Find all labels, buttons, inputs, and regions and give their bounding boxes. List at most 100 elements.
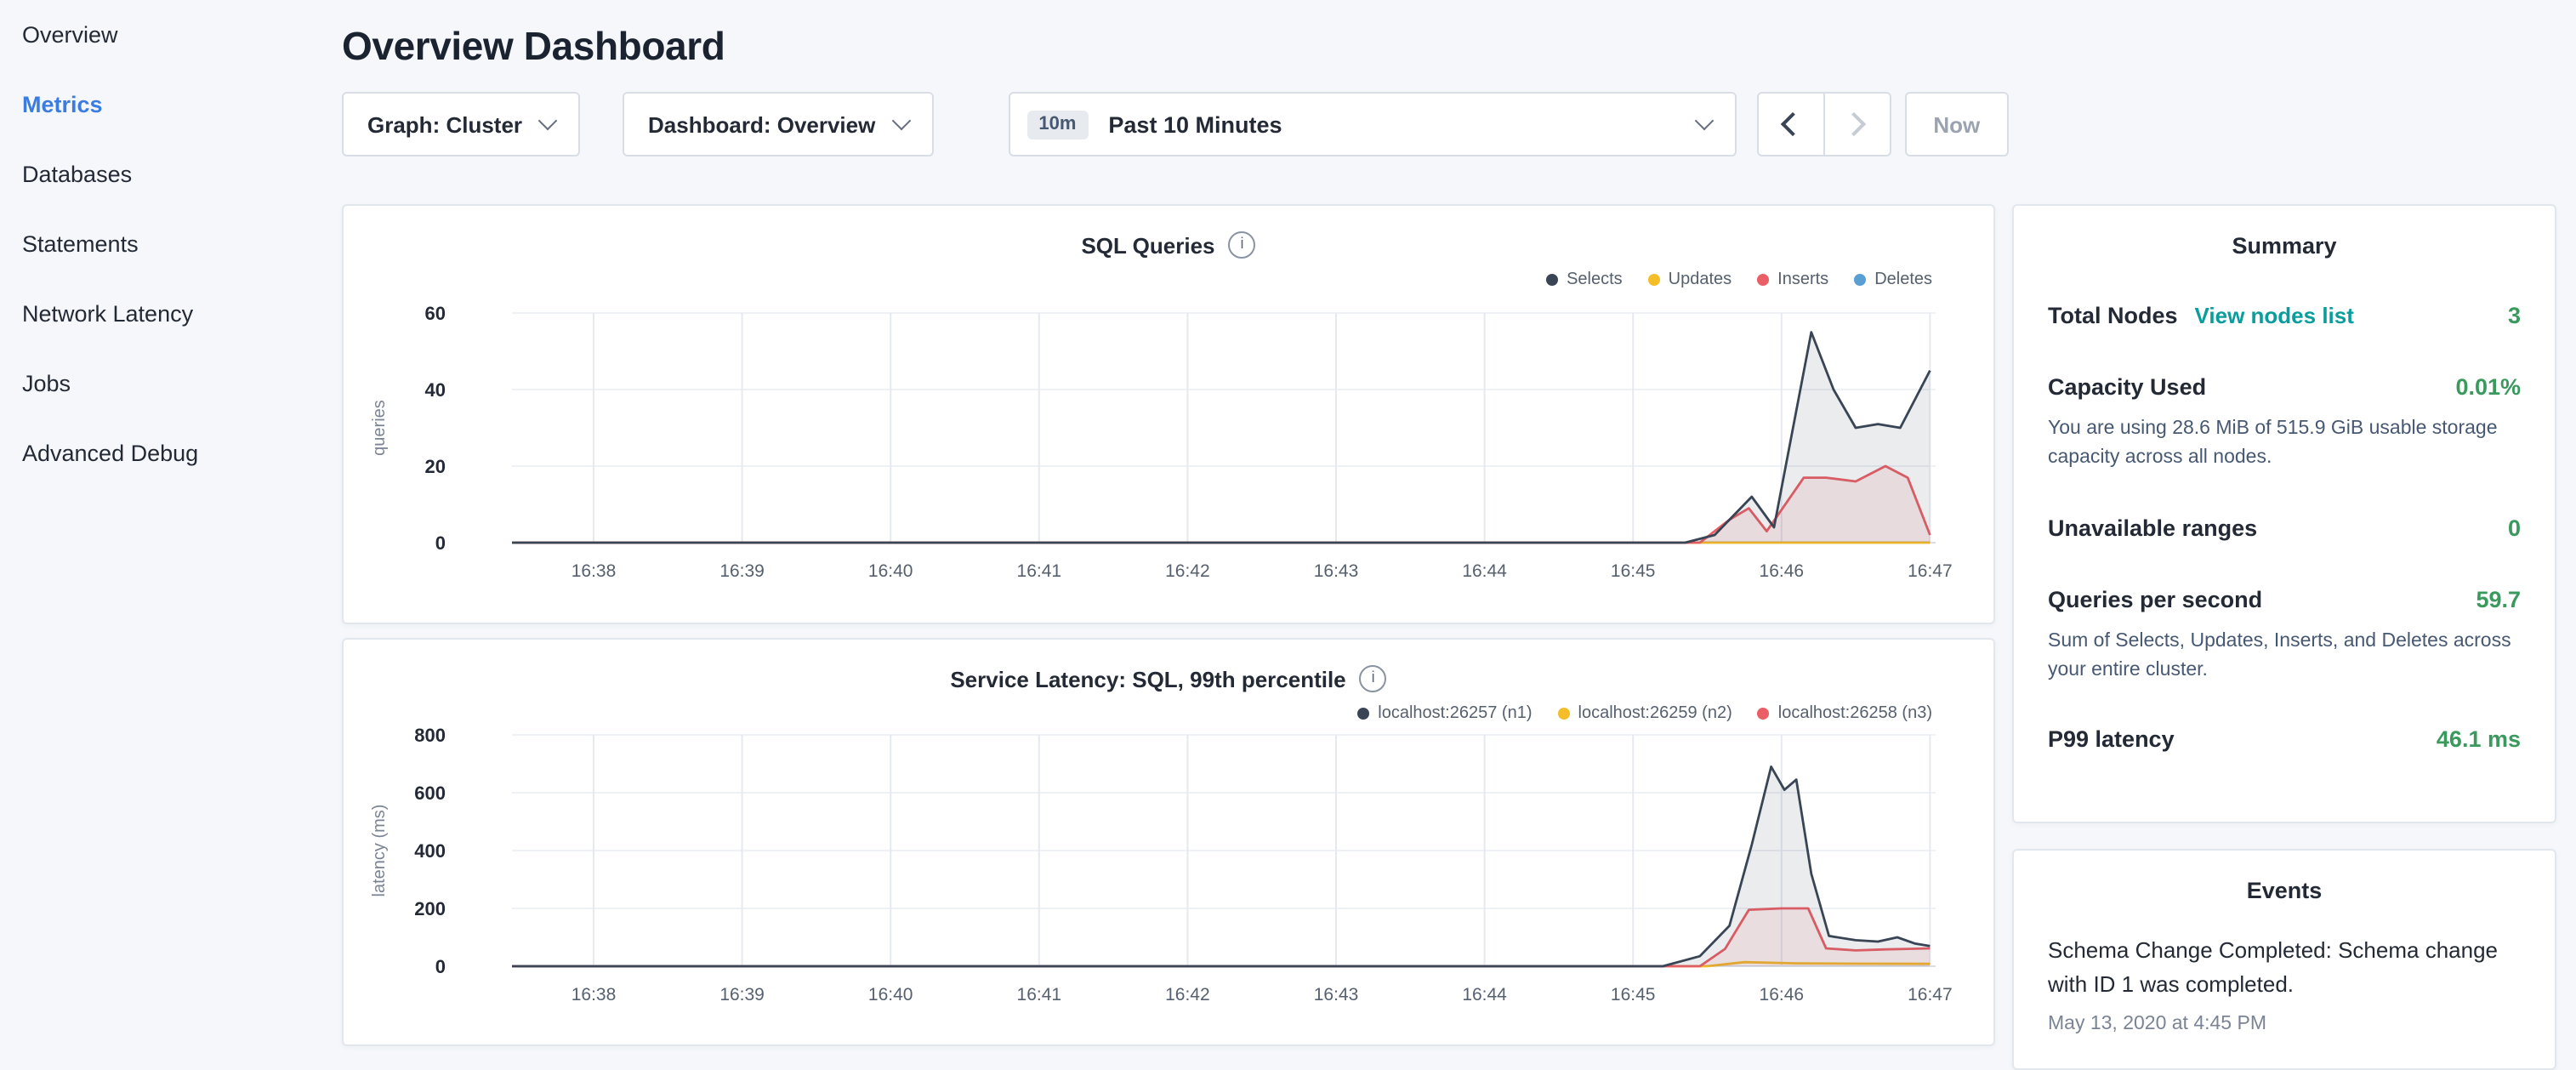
- summary-stat-queries-per-second: Queries per second 59.7 Sum of Selects, …: [2048, 583, 2521, 686]
- time-window-badge: 10m: [1026, 110, 1088, 139]
- svg-text:16:46: 16:46: [1760, 985, 1805, 1005]
- event-item-timestamp: May 13, 2020 at 4:45 PM: [2048, 1014, 2521, 1034]
- time-window-label: Past 10 Minutes: [1108, 111, 1282, 137]
- chevron-left-icon: [1781, 112, 1805, 136]
- svg-text:16:41: 16:41: [1017, 561, 1062, 581]
- legend-label: localhost:26258 (n3): [1778, 703, 1932, 722]
- legend-dot-icon: [1648, 273, 1660, 285]
- svg-text:16:45: 16:45: [1611, 985, 1656, 1005]
- stat-label: Queries per second: [2048, 583, 2262, 617]
- chart-title: SQL Queries: [1081, 232, 1214, 258]
- right-column: Summary Total Nodes View nodes list 3 Ca…: [2012, 204, 2556, 1070]
- svg-text:latency (ms): latency (ms): [370, 805, 389, 897]
- legend-item: Updates: [1648, 270, 1732, 288]
- legend-label: Inserts: [1777, 270, 1828, 288]
- info-icon[interactable]: i: [1229, 231, 1256, 259]
- graph-scope-dropdown[interactable]: Graph: Cluster: [342, 92, 580, 157]
- svg-text:16:39: 16:39: [719, 985, 765, 1005]
- svg-text:16:40: 16:40: [868, 561, 913, 581]
- svg-text:200: 200: [414, 898, 446, 919]
- summary-panel: Summary Total Nodes View nodes list 3 Ca…: [2012, 204, 2556, 823]
- now-button[interactable]: Now: [1904, 92, 2009, 157]
- legend-label: Updates: [1669, 270, 1732, 288]
- time-window-next-button[interactable]: [1823, 92, 1891, 157]
- sidebar-item-statements[interactable]: Statements: [0, 209, 328, 279]
- chart-card-sql-queries: SQL Queries i Selects Updates Inserts Delet…: [342, 204, 1995, 624]
- legend-dot-icon: [1357, 707, 1369, 719]
- sql-queries-chart: 020406016:3816:3916:4016:4116:4216:4316:…: [344, 294, 1995, 594]
- legend-item: localhost:26258 (n3): [1758, 703, 1932, 722]
- svg-text:queries: queries: [370, 400, 389, 456]
- svg-text:16:43: 16:43: [1314, 561, 1359, 581]
- legend-dot-icon: [1546, 273, 1558, 285]
- chart-title-row: SQL Queries i: [344, 226, 1993, 264]
- stat-value: 46.1 ms: [2437, 723, 2521, 757]
- info-icon[interactable]: i: [1360, 665, 1387, 692]
- chevron-down-icon: [1694, 111, 1714, 131]
- svg-text:16:42: 16:42: [1165, 561, 1210, 581]
- svg-text:40: 40: [425, 379, 446, 401]
- sidebar-item-metrics[interactable]: Metrics: [0, 70, 328, 139]
- stat-value: 3: [2508, 299, 2521, 333]
- view-nodes-list-link[interactable]: View nodes list: [2195, 299, 2354, 333]
- dashboard-dropdown[interactable]: Dashboard: Overview: [623, 92, 933, 157]
- sidebar-item-advanced-debug[interactable]: Advanced Debug: [0, 418, 328, 488]
- svg-text:16:39: 16:39: [719, 561, 765, 581]
- stat-description: You are using 28.6 MiB of 515.9 GiB usab…: [2048, 415, 2521, 474]
- stat-label: P99 latency: [2048, 723, 2175, 757]
- legend-dot-icon: [1558, 707, 1570, 719]
- stat-label: Capacity Used: [2048, 371, 2206, 405]
- page-title: Overview Dashboard: [342, 24, 2557, 70]
- sidebar-item-network-latency[interactable]: Network Latency: [0, 279, 328, 349]
- svg-text:0: 0: [435, 532, 446, 554]
- chart-title-row: Service Latency: SQL, 99th percentile i: [344, 660, 1993, 697]
- summary-stat-unavailable-ranges: Unavailable ranges 0: [2048, 511, 2521, 545]
- chart-legend: localhost:26257 (n1) localhost:26259 (n2)…: [344, 697, 1993, 728]
- svg-text:16:38: 16:38: [571, 985, 617, 1005]
- stat-description: Sum of Selects, Updates, Inserts, and De…: [2048, 627, 2521, 686]
- legend-label: localhost:26259 (n2): [1578, 703, 1732, 722]
- sidebar-item-databases[interactable]: Databases: [0, 139, 328, 209]
- legend-item: localhost:26257 (n1): [1357, 703, 1532, 722]
- time-window-pager: [1756, 92, 1891, 157]
- sidebar-item-jobs[interactable]: Jobs: [0, 349, 328, 418]
- time-window-picker[interactable]: 10m Past 10 Minutes: [1008, 92, 1736, 157]
- chevron-down-icon: [891, 111, 911, 131]
- event-item-text[interactable]: Schema Change Completed: Schema change w…: [2048, 934, 2521, 1000]
- svg-text:60: 60: [425, 303, 446, 324]
- legend-label: localhost:26257 (n1): [1378, 703, 1532, 722]
- legend-item: Deletes: [1854, 270, 1932, 288]
- time-window-prev-button[interactable]: [1756, 92, 1824, 157]
- stat-value: 0.01%: [2455, 371, 2521, 405]
- legend-dot-icon: [1757, 273, 1769, 285]
- svg-text:16:46: 16:46: [1760, 561, 1805, 581]
- summary-stat-capacity-used: Capacity Used 0.01% You are using 28.6 M…: [2048, 371, 2521, 474]
- stat-label: Unavailable ranges: [2048, 511, 2257, 545]
- sidebar-item-overview[interactable]: Overview: [0, 0, 328, 70]
- svg-text:400: 400: [414, 840, 446, 862]
- legend-item: Inserts: [1757, 270, 1828, 288]
- controls-row: Graph: Cluster Dashboard: Overview 10m P…: [342, 92, 2557, 157]
- events-title: Events: [2048, 878, 2521, 903]
- svg-text:16:41: 16:41: [1017, 985, 1062, 1005]
- chevron-right-icon: [1842, 112, 1866, 136]
- chart-title: Service Latency: SQL, 99th percentile: [950, 666, 1345, 692]
- dashboard-content: SQL Queries i Selects Updates Inserts Delet…: [342, 204, 2557, 1070]
- sidebar: Overview Metrics Databases Statements Ne…: [0, 0, 328, 1051]
- summary-title: Summary: [2048, 233, 2521, 259]
- summary-stat-total-nodes: Total Nodes View nodes list 3: [2048, 299, 2521, 333]
- svg-text:16:43: 16:43: [1314, 985, 1359, 1005]
- svg-text:600: 600: [414, 783, 446, 804]
- svg-text:16:42: 16:42: [1165, 985, 1210, 1005]
- legend-label: Deletes: [1874, 270, 1932, 288]
- svg-text:20: 20: [425, 456, 446, 477]
- legend-dot-icon: [1854, 273, 1866, 285]
- summary-stat-p99-latency: P99 latency 46.1 ms: [2048, 723, 2521, 757]
- svg-text:16:47: 16:47: [1908, 985, 1953, 1005]
- stat-label: Total Nodes: [2048, 299, 2178, 333]
- stat-value: 59.7: [2476, 583, 2521, 617]
- charts-column: SQL Queries i Selects Updates Inserts Delet…: [342, 204, 1995, 1046]
- legend-label: Selects: [1567, 270, 1623, 288]
- svg-text:16:40: 16:40: [868, 985, 913, 1005]
- legend-item: localhost:26259 (n2): [1558, 703, 1732, 722]
